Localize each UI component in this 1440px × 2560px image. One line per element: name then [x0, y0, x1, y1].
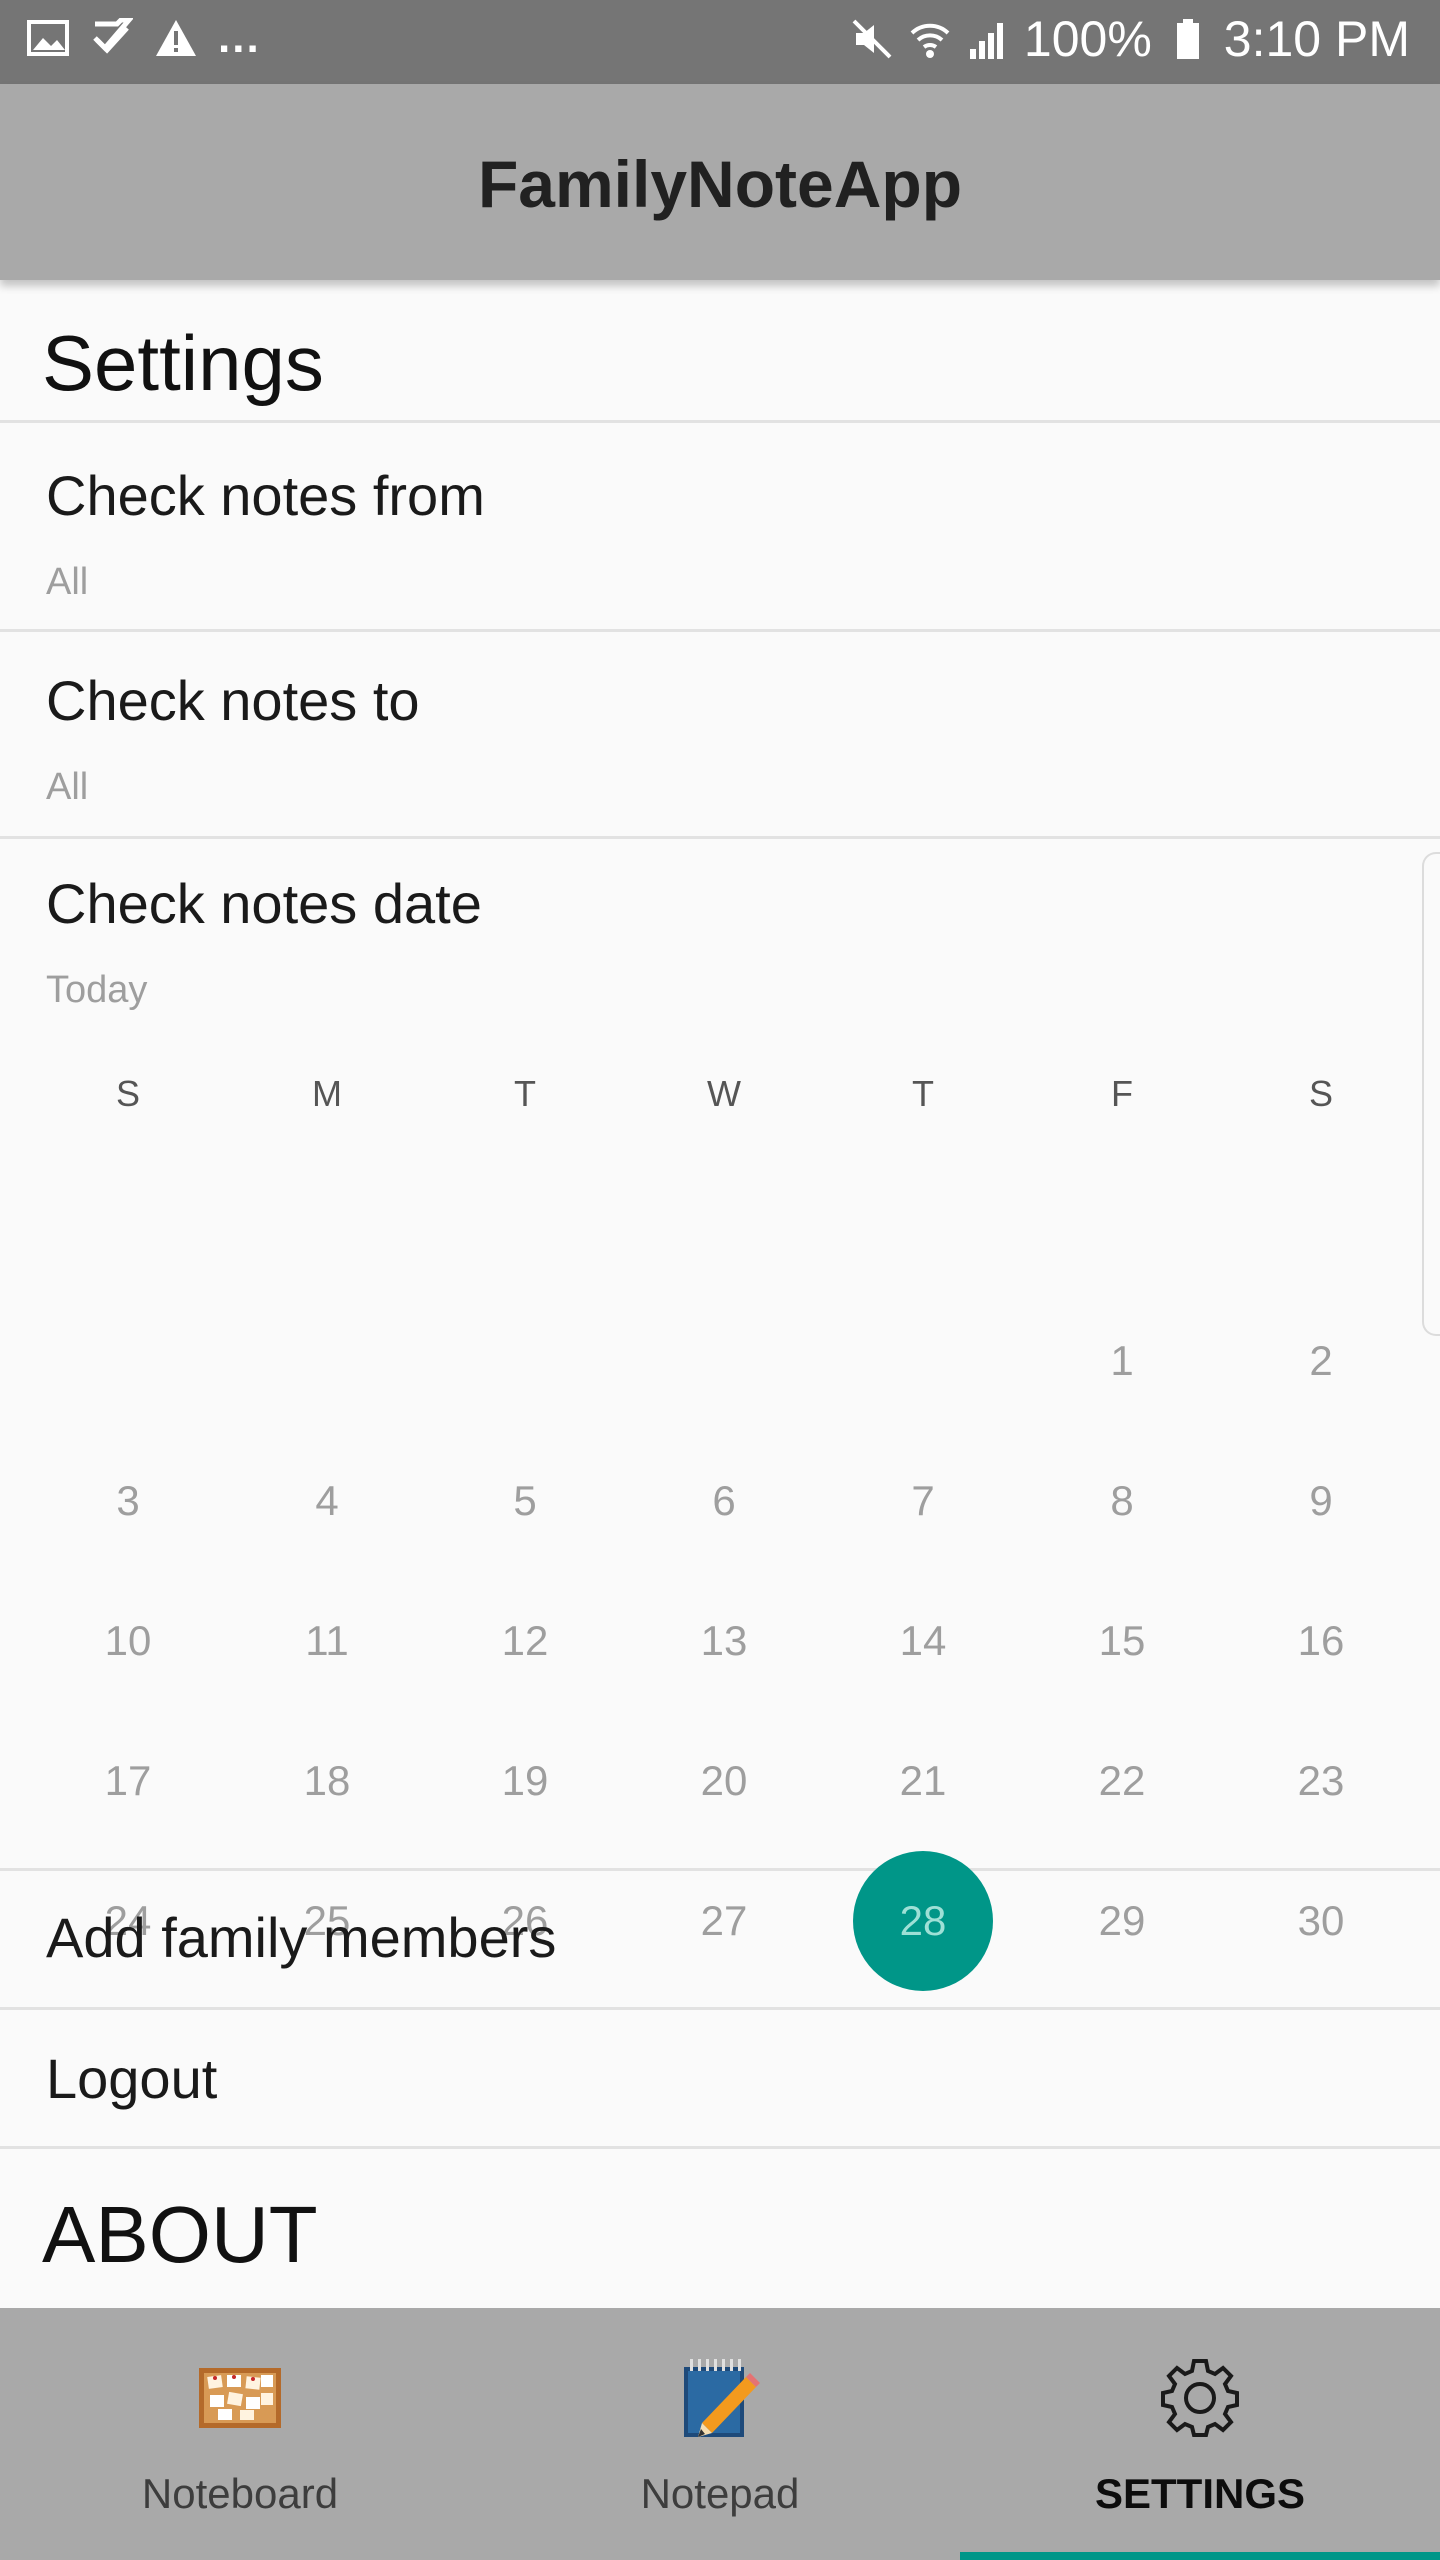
calendar-day[interactable]: 1 [1052, 1291, 1192, 1431]
calendar-day[interactable]: 2 [1251, 1291, 1391, 1431]
tab-label: Notepad [640, 2470, 800, 2517]
calendar-day[interactable]: 18 [257, 1711, 397, 1851]
pref-title: Check notes from [46, 464, 485, 527]
corkboard-icon [192, 2350, 288, 2446]
pref-title: Check notes to [46, 669, 420, 732]
signal-icon [966, 17, 1010, 61]
calendar-day[interactable]: 4 [257, 1431, 397, 1571]
pref-title: Logout [46, 2047, 218, 2110]
calendar-day[interactable]: 3 [58, 1431, 198, 1571]
wifi-icon [908, 17, 952, 61]
calendar-day[interactable]: 20 [654, 1711, 794, 1851]
gear-icon [1152, 2350, 1248, 2446]
status-bar: ... 100% 3:10 PM [0, 0, 1440, 84]
add-family-members-pref[interactable]: Add family members [0, 1871, 1440, 2010]
check-notes-to-pref[interactable]: Check notes to All [0, 632, 1440, 839]
calendar-day[interactable]: 21 [853, 1711, 993, 1851]
weekday-label: T [514, 1073, 536, 1114]
image-icon [26, 16, 70, 60]
calendar-day[interactable]: 7 [853, 1431, 993, 1571]
calendar-weekday-header: SMTWTFS [0, 1073, 1440, 1114]
calendar-day[interactable]: 14 [853, 1571, 993, 1711]
weekday-label: S [115, 1073, 140, 1114]
calendar-day[interactable]: 13 [654, 1571, 794, 1711]
logout-pref[interactable]: Logout [0, 2010, 1440, 2149]
pref-title: Check notes date [46, 872, 482, 935]
notepad-pencil-icon [672, 2350, 768, 2446]
settings-header: Settings [0, 280, 1440, 423]
calendar-day[interactable]: 11 [257, 1571, 397, 1711]
calendar-day[interactable]: 6 [654, 1431, 794, 1571]
weekday-label: T [912, 1073, 934, 1114]
bottom-navigation: Noteboard Notepad SETTINGS [0, 2308, 1440, 2560]
calendar-day[interactable]: 10 [58, 1571, 198, 1711]
tab-settings[interactable]: SETTINGS [960, 2308, 1440, 2560]
calendar-day[interactable]: 23 [1251, 1711, 1391, 1851]
tab-notepad[interactable]: Notepad [480, 2308, 960, 2560]
more-notifications: ... [218, 13, 261, 62]
pref-summary: Today [46, 969, 148, 1011]
calendar-day[interactable]: 16 [1251, 1571, 1391, 1711]
calendar-day[interactable]: 19 [455, 1711, 595, 1851]
pref-summary: All [46, 561, 89, 603]
calendar-day[interactable]: 22 [1052, 1711, 1192, 1851]
settings-list: Settings Check notes from All Check note… [0, 280, 1440, 2307]
battery-percent: 100% [1023, 11, 1152, 67]
tab-noteboard[interactable]: Noteboard [0, 2308, 480, 2560]
battery-icon [1166, 17, 1210, 61]
tab-label: SETTINGS [1094, 2470, 1306, 2517]
weekday-label: F [1111, 1073, 1133, 1114]
check-notes-date-pref[interactable]: Check notes date Today SMTWTFS 123456789… [0, 839, 1440, 1991]
clock: 3:10 PM [1223, 11, 1410, 67]
mute-icon [850, 17, 894, 61]
weekday-label: S [1308, 1073, 1333, 1114]
check-notes-from-pref[interactable]: Check notes from All [0, 423, 1440, 632]
active-tab-indicator [960, 2552, 1440, 2560]
calendar-day[interactable]: 17 [58, 1711, 198, 1851]
app-bar: FamilyNoteApp [0, 84, 1440, 280]
calendar-day[interactable]: 8 [1052, 1431, 1192, 1571]
calendar-day[interactable]: 5 [455, 1431, 595, 1571]
scroll-handle[interactable] [1422, 852, 1440, 1336]
system-indicators: 100% 3:10 PM [850, 10, 1410, 68]
calendar-day[interactable]: 15 [1052, 1571, 1192, 1711]
page-title: Settings [42, 319, 324, 407]
calendar-day[interactable]: 9 [1251, 1431, 1391, 1571]
warning-icon [154, 16, 198, 60]
about-section[interactable]: ABOUT [0, 2149, 1440, 2307]
checklist-icon [90, 16, 134, 60]
pref-title: Add family members [46, 1906, 557, 1969]
tab-label: Noteboard [141, 2470, 339, 2517]
calendar-day[interactable]: 12 [455, 1571, 595, 1711]
weekday-label: W [707, 1073, 741, 1114]
notification-icons: ... [26, 16, 261, 60]
pref-summary: All [46, 766, 89, 808]
weekday-label: M [312, 1073, 342, 1114]
about-title: ABOUT [42, 2190, 318, 2279]
app-title: FamilyNoteApp [477, 147, 963, 221]
